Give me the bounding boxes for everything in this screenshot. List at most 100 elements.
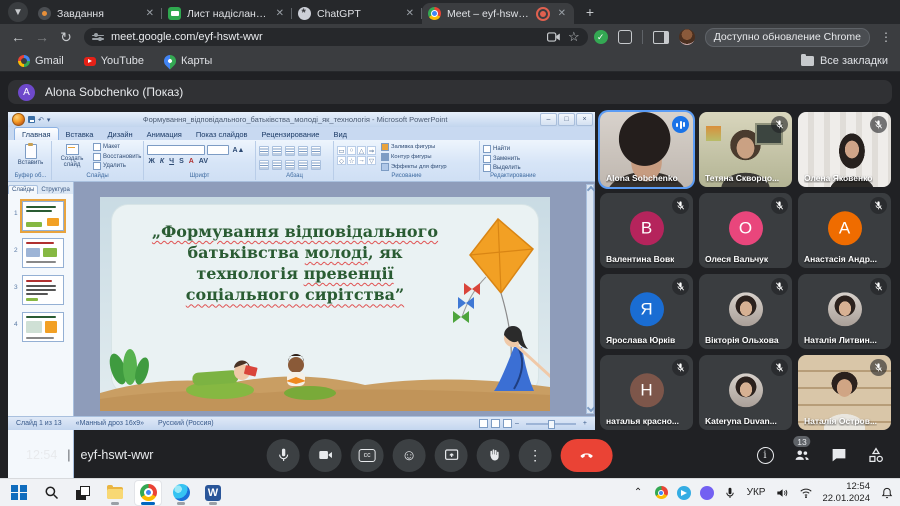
activities-button[interactable] <box>866 445 886 465</box>
chrome-taskbar-button[interactable] <box>134 480 162 506</box>
zoom-slider[interactable] <box>526 423 576 425</box>
tab-close-icon[interactable]: ✕ <box>404 8 416 19</box>
tab-meet-active[interactable]: Meet – eyf-hswt-wwr ✕ <box>422 3 574 24</box>
quick-access-toolbar[interactable]: ↶▾ <box>28 116 50 124</box>
back-button[interactable]: ← <box>6 29 30 45</box>
edge-taskbar-button[interactable] <box>168 481 194 505</box>
word-taskbar-button[interactable]: W <box>200 481 226 505</box>
participant-tile[interactable]: Наталія Литвин... <box>798 274 891 349</box>
ribbon-tab-review[interactable]: Рецензирование <box>255 128 327 140</box>
zoom-out-button[interactable]: – <box>515 420 519 427</box>
network-icon[interactable] <box>798 485 813 500</box>
layout-button[interactable]: Макет <box>93 143 141 151</box>
normal-view-button[interactable] <box>479 419 488 428</box>
more-options-button[interactable]: ⋮ <box>519 439 552 472</box>
tray-chrome-icon[interactable] <box>655 486 668 499</box>
align-right-button[interactable] <box>285 160 295 170</box>
browser-menu-icon[interactable]: ⋮ <box>880 30 892 44</box>
save-icon[interactable] <box>28 116 35 123</box>
participant-tile[interactable]: О Олеся Вальчук <box>699 193 792 268</box>
people-button[interactable]: 13 <box>792 445 812 465</box>
present-button[interactable] <box>435 439 468 472</box>
zoom-in-button[interactable]: + <box>583 420 587 427</box>
bullets-button[interactable] <box>259 146 269 156</box>
align-left-button[interactable] <box>259 160 269 170</box>
chrome-update-chip[interactable]: Доступно обновление Chrome <box>705 28 870 47</box>
bookmark-youtube[interactable]: YouTube <box>76 55 152 67</box>
language-status[interactable]: Русский (Россия) <box>158 420 214 427</box>
justify-button[interactable] <box>298 160 308 170</box>
numbering-button[interactable] <box>272 146 282 156</box>
vertical-scrollbar[interactable] <box>586 184 594 414</box>
bookmark-star-icon[interactable]: ☆ <box>568 29 580 45</box>
ppt-restore-button[interactable]: □ <box>558 113 575 126</box>
new-tab-button[interactable]: + <box>580 2 600 22</box>
forward-button[interactable]: → <box>30 29 54 45</box>
tray-telegram-icon[interactable] <box>677 486 691 500</box>
participant-tile[interactable]: Олена Яковенко <box>798 112 891 187</box>
shape-effects-button[interactable]: Эффекты для фигур <box>381 163 447 171</box>
participant-tile[interactable]: Я Ярослава Юрків <box>600 274 693 349</box>
paste-button[interactable]: Вставить <box>13 143 48 166</box>
tray-mic-icon[interactable] <box>723 485 738 500</box>
bookmark-maps[interactable]: Карты <box>156 55 220 67</box>
search-button[interactable] <box>38 481 64 505</box>
participant-tile[interactable]: Тетяна Скворцо... <box>699 112 792 187</box>
participant-tile[interactable]: Вікторія Ольхова <box>699 274 792 349</box>
tab-chatgpt[interactable]: ChatGPT ✕ <box>292 3 422 24</box>
participant-tile-alona[interactable]: Alona Sobchenko <box>600 112 693 187</box>
language-indicator[interactable]: УКР <box>747 487 766 498</box>
font-color-button[interactable]: A <box>187 158 195 165</box>
end-call-button[interactable] <box>561 439 613 472</box>
camera-button[interactable] <box>309 439 342 472</box>
notifications-bell-icon[interactable] <box>879 485 894 500</box>
delete-button[interactable]: Удалить <box>93 162 141 170</box>
mic-button[interactable] <box>267 439 300 472</box>
speaker-icon[interactable] <box>774 485 789 500</box>
tab-mail[interactable]: Лист надіслано • nata_ostrovsk ✕ <box>162 3 292 24</box>
bold-button[interactable]: Ж <box>147 158 156 165</box>
adblock-extension-icon[interactable]: ✓ <box>594 30 608 44</box>
underline-button[interactable]: Ч <box>168 158 176 165</box>
find-button[interactable]: Найти <box>483 145 543 153</box>
task-view-button[interactable] <box>70 481 96 505</box>
shapes-gallery[interactable]: ▭○△⇒ ◇☆→▽ <box>337 146 376 170</box>
start-button[interactable] <box>6 481 32 505</box>
tray-expand-icon[interactable]: ⌃ <box>631 485 646 500</box>
participant-tile[interactable]: В Валентина Вовк <box>600 193 693 268</box>
captions-button[interactable]: cc <box>351 439 384 472</box>
ribbon-tab-home[interactable]: Главная <box>14 127 59 140</box>
new-slide-button[interactable]: Создать слайд <box>55 143 89 170</box>
grow-font-icon[interactable]: A▲ <box>231 147 246 154</box>
tab-outline[interactable]: Структура <box>38 186 72 194</box>
select-button[interactable]: Выделить <box>483 164 543 172</box>
font-name-box[interactable] <box>147 145 205 155</box>
ppt-close-button[interactable]: × <box>576 113 593 126</box>
indent-increase-button[interactable] <box>298 146 308 156</box>
participant-tile[interactable]: Наталія Остров... <box>798 355 891 430</box>
participant-tile[interactable]: Kateryna Duvan... <box>699 355 792 430</box>
tab-close-icon[interactable]: ✕ <box>274 8 286 19</box>
replace-button[interactable]: Заменить <box>483 155 543 163</box>
char-spacing-button[interactable]: AV <box>197 158 209 165</box>
participant-tile[interactable]: Н наталья красно... <box>600 355 693 430</box>
ribbon-tab-slideshow[interactable]: Показ слайдов <box>189 128 255 140</box>
chat-button[interactable] <box>829 445 849 465</box>
camera-permission-icon[interactable] <box>547 31 561 43</box>
reactions-button[interactable]: ☺ <box>393 439 426 472</box>
undo-icon[interactable]: ↶ <box>38 116 44 124</box>
all-bookmarks-button[interactable]: Все закладки <box>801 55 900 67</box>
slide-thumbnail-1[interactable]: 1 <box>22 201 64 231</box>
line-spacing-button[interactable] <box>311 146 321 156</box>
shape-fill-button[interactable]: Заливка фигуры <box>381 143 447 151</box>
slide-thumbnail-2[interactable]: 2 <box>22 238 64 268</box>
file-explorer-button[interactable] <box>102 481 128 505</box>
tray-viber-icon[interactable] <box>700 486 714 500</box>
tab-tasks[interactable]: Завдання ✕ <box>32 3 162 24</box>
slide-thumbnail-4[interactable]: 4 <box>22 312 64 342</box>
ribbon-tab-view[interactable]: Вид <box>326 128 354 140</box>
ppt-minimize-button[interactable]: – <box>540 113 557 126</box>
shape-outline-button[interactable]: Контур фигуры <box>381 153 447 161</box>
reset-button[interactable]: Восстановить <box>93 153 141 161</box>
reload-button[interactable]: ↻ <box>54 29 78 46</box>
